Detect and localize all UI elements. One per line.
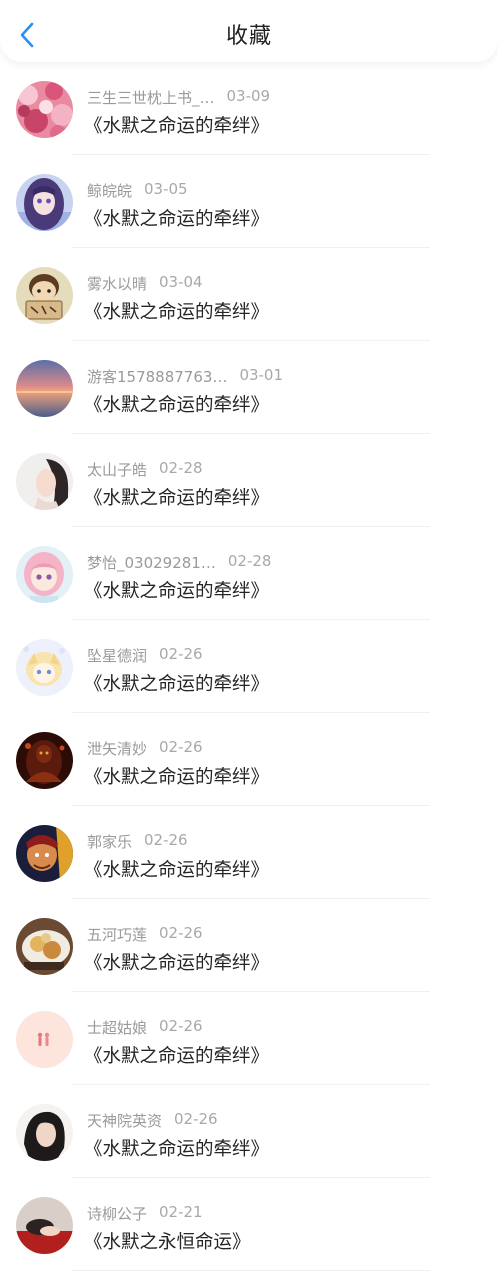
top-bar: 收藏 [0, 0, 498, 62]
user-name: 梦怡_03029281… [87, 554, 216, 572]
avatar [16, 453, 73, 510]
book-title: 《水默之命运的牵绊》 [84, 116, 270, 137]
book-title: 《水默之命运的牵绊》 [84, 488, 270, 509]
list-item[interactable]: 诗柳公子 02-21 《水默之永恒命运》 [0, 1178, 498, 1271]
avatar [16, 1197, 73, 1254]
avatar [16, 918, 73, 975]
list-item[interactable]: 游客1578887763… 03-01 《水默之命运的牵绊》 [0, 341, 498, 434]
avatar [16, 825, 73, 882]
book-title: 《水默之永恒命运》 [84, 1232, 251, 1253]
page-title: 收藏 [225, 24, 272, 49]
book-title: 《水默之命运的牵绊》 [84, 209, 270, 230]
list-item[interactable]: 天神院英资 02-26 《水默之命运的牵绊》 [0, 1085, 498, 1178]
user-name: 鲸皖皖 [87, 182, 133, 200]
user-name: 太山子皓 [87, 461, 148, 479]
list-item[interactable]: 泄矢清妙 02-26 《水默之命运的牵绊》 [0, 713, 498, 806]
avatar [16, 267, 73, 324]
avatar [16, 1011, 73, 1068]
list-item[interactable]: 坠星德润 02-26 《水默之命运的牵绊》 [0, 620, 498, 713]
user-name: 泄矢清妙 [87, 740, 148, 758]
book-title: 《水默之命运的牵绊》 [84, 860, 270, 881]
book-title: 《水默之命运的牵绊》 [84, 767, 270, 788]
avatar [16, 639, 73, 696]
date-label: 02-26 [159, 1017, 203, 1035]
list-item[interactable]: 三生三世枕上书_… 03-09 《水默之命运的牵绊》 [0, 62, 498, 155]
avatar [16, 1104, 73, 1161]
book-title: 《水默之命运的牵绊》 [84, 395, 270, 416]
avatar [16, 360, 73, 417]
date-label: 02-26 [174, 1110, 218, 1128]
list-item[interactable]: 五河巧莲 02-26 《水默之命运的牵绊》 [0, 899, 498, 992]
book-title: 《水默之命运的牵绊》 [84, 953, 270, 974]
user-name: 游客1578887763… [87, 368, 228, 386]
book-title: 《水默之命运的牵绊》 [84, 1139, 270, 1160]
list-item[interactable]: 士超姑娘 02-26 《水默之命运的牵绊》 [0, 992, 498, 1085]
book-title: 《水默之命运的牵绊》 [84, 1046, 270, 1067]
avatar [16, 81, 73, 138]
list-item[interactable]: 太山子皓 02-28 《水默之命运的牵绊》 [0, 434, 498, 527]
user-name: 诗柳公子 [87, 1205, 148, 1223]
user-name: 郭家乐 [87, 833, 133, 851]
date-label: 02-26 [159, 924, 203, 942]
list-item[interactable]: 梦怡_03029281… 02-28 《水默之命运的牵绊》 [0, 527, 498, 620]
favorites-list: 三生三世枕上书_… 03-09 《水默之命运的牵绊》 鲸皖皖 03-05 《水默之命… [0, 62, 498, 1271]
date-label: 02-28 [227, 552, 272, 570]
user-name: 士超姑娘 [87, 1019, 148, 1037]
date-label: 03-09 [226, 87, 271, 105]
date-label: 03-05 [144, 180, 188, 198]
list-item[interactable]: 雾水以晴 03-04 《水默之命运的牵绊》 [0, 248, 498, 341]
book-title: 《水默之命运的牵绊》 [84, 674, 270, 695]
date-label: 02-26 [144, 831, 188, 849]
date-label: 03-01 [239, 366, 284, 384]
date-label: 02-26 [159, 645, 203, 663]
user-name: 坠星德润 [87, 647, 148, 665]
list-item[interactable]: 郭家乐 02-26 《水默之命运的牵绊》 [0, 806, 498, 899]
avatar [16, 546, 73, 603]
user-name: 三生三世枕上书_… [87, 89, 215, 107]
user-name: 五河巧莲 [87, 926, 148, 944]
avatar [16, 732, 73, 789]
avatar [16, 174, 73, 231]
book-title: 《水默之命运的牵绊》 [84, 302, 270, 323]
date-label: 02-26 [159, 738, 203, 756]
user-name: 天神院英资 [87, 1112, 163, 1130]
book-title: 《水默之命运的牵绊》 [84, 581, 270, 602]
user-name: 雾水以晴 [87, 275, 148, 293]
list-item[interactable]: 鲸皖皖 03-05 《水默之命运的牵绊》 [0, 155, 498, 248]
date-label: 03-04 [159, 273, 203, 291]
date-label: 02-28 [159, 459, 203, 477]
date-label: 02-21 [159, 1203, 203, 1221]
